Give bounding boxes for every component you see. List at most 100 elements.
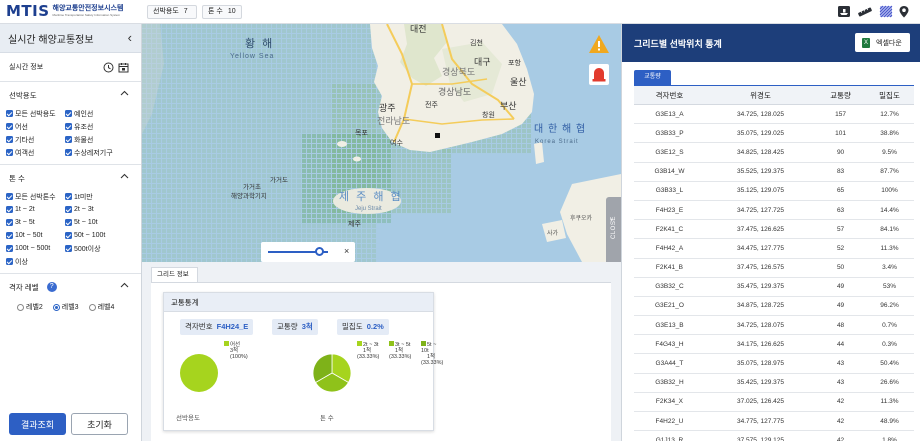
checkbox-checked-icon xyxy=(6,219,13,226)
map-label-saga: 사가 xyxy=(547,231,559,237)
cell-latlon: 37.575, 129.125 xyxy=(704,430,817,441)
ruler-icon[interactable] xyxy=(857,5,873,18)
checkbox-label: 여객선 xyxy=(15,149,35,157)
warning-icon[interactable] xyxy=(588,34,610,54)
table-row[interactable]: F2K41_C 37.475, 126.625 57 84.1% xyxy=(634,219,914,240)
vessel-use-header[interactable]: 선박용도 xyxy=(0,82,141,108)
chevron-up-icon[interactable] xyxy=(120,281,129,290)
table-row[interactable]: G3B33_P 35.075, 129.025 101 38.8% xyxy=(634,123,914,144)
checkbox-over-500t[interactable]: 500t이상 xyxy=(65,243,127,254)
table-row[interactable]: G3E21_O 34.875, 128.725 49 96.2% xyxy=(634,296,914,317)
table-row[interactable]: F4H22_U 34.775, 127.775 42 48.9% xyxy=(634,411,914,432)
table-row[interactable]: G1J13_R 37.575, 129.125 42 1.8% xyxy=(634,430,914,441)
logo[interactable]: MTIS 해양교통안전정보시스템 Maritime Transportation… xyxy=(6,3,123,19)
table-row[interactable]: G3E13_A 34.725, 128.025 157 12.7% xyxy=(634,104,914,125)
table-row[interactable]: F4H23_E 34.725, 127.725 63 14.4% xyxy=(634,200,914,221)
checkbox-checked-icon xyxy=(6,245,13,252)
excel-download-button[interactable]: X 엑셀다운 xyxy=(855,33,910,52)
map-label-ulsan: 울산 xyxy=(510,77,527,87)
checkbox-tugboat[interactable]: 예인선 xyxy=(65,108,127,119)
logo-korean: 해양교통안전정보시스템 xyxy=(52,4,124,12)
checkbox-cargo[interactable]: 화물선 xyxy=(65,134,127,145)
slider-close-icon[interactable]: × xyxy=(344,246,349,256)
density-value: 0.2% xyxy=(366,322,384,331)
cell-latlon: 34.175, 126.625 xyxy=(704,334,817,355)
grid-pattern-icon[interactable] xyxy=(879,5,893,18)
chevron-up-icon[interactable] xyxy=(120,172,129,181)
table-row[interactable]: F2K34_X 37.025, 126.425 42 11.3% xyxy=(634,392,914,413)
vessel-use-pie[interactable] xyxy=(179,353,219,393)
table-row[interactable]: F2K41_B 37.475, 126.575 50 3.4% xyxy=(634,258,914,278)
column-header-density[interactable]: 밀집도 xyxy=(865,85,914,105)
cell-latlon: 35.525, 129.375 xyxy=(704,162,817,182)
radio-level2[interactable]: 레벨2 xyxy=(17,302,43,312)
checkbox-checked-icon xyxy=(6,110,13,117)
checkbox-10t-50t[interactable]: 10t ~ 50t xyxy=(6,230,65,241)
checkbox-checked-icon xyxy=(65,232,72,239)
calendar-icon[interactable] xyxy=(118,62,129,73)
checkbox-2t-3t[interactable]: 2t ~ 3t xyxy=(65,204,127,215)
table-row[interactable]: G3B14_W 35.525, 129.375 83 87.7% xyxy=(634,162,914,182)
checkbox-above[interactable]: 이상 xyxy=(6,256,65,267)
map-label-jeju: 제주 xyxy=(348,221,361,228)
panel-collapse-icon[interactable]: ‹ xyxy=(128,30,132,45)
table-row[interactable]: G3B32_H 35.425, 129.375 43 26.6% xyxy=(634,373,914,393)
map-view[interactable]: 황 해 Yellow Sea 대 한 해 협 Korea Strait 제 주 … xyxy=(142,24,621,262)
map-label-yeosu: 여수 xyxy=(390,140,403,147)
checkbox-fishing[interactable]: 어선 xyxy=(6,121,65,132)
chevron-up-icon[interactable] xyxy=(120,89,129,98)
radio-label: 레벨4 xyxy=(97,304,115,311)
search-button[interactable]: 결과조회 xyxy=(9,413,66,435)
reset-button[interactable]: 초기화 xyxy=(71,413,128,435)
map-label-pohang: 포항 xyxy=(508,60,521,67)
table-row[interactable]: G3E12_S 34.825, 128.425 90 9.5% xyxy=(634,142,914,163)
checkbox-label: 10t ~ 50t xyxy=(15,232,43,239)
tab-traffic[interactable]: 교통량 xyxy=(634,70,671,85)
radio-level3[interactable]: 레벨3 xyxy=(52,302,79,312)
vessel-icon[interactable] xyxy=(837,5,851,18)
checkbox-all-vessel-use[interactable]: 모든 선박용도 xyxy=(6,108,65,119)
clock-icon[interactable] xyxy=(103,62,114,73)
column-header-latlon[interactable]: 위경도 xyxy=(704,85,817,105)
checkbox-100t-500t[interactable]: 100t ~ 500t xyxy=(6,243,65,254)
checkbox-5t-10t[interactable]: 5t ~ 10t xyxy=(65,217,127,228)
cell-traffic: 43 xyxy=(816,373,866,393)
radio-label: 레벨3 xyxy=(61,304,79,311)
checkbox-under-1t[interactable]: 1t미만 xyxy=(65,191,127,202)
table-row[interactable]: G3A44_T 35.075, 128.975 43 50.4% xyxy=(634,353,914,374)
pie-slice[interactable] xyxy=(180,354,218,392)
tonnage-title: 톤 수 xyxy=(9,173,25,183)
table-row[interactable]: G3B33_L 35.125, 129.075 65 100% xyxy=(634,181,914,201)
cell-traffic: 157 xyxy=(816,104,866,125)
table-row[interactable]: F4H42_A 34.475, 127.775 52 11.3% xyxy=(634,238,914,259)
map-label-gwangju: 광주 xyxy=(379,103,396,113)
checkbox-tanker[interactable]: 유조선 xyxy=(65,121,127,132)
logo-subtitle: 해양교통안전정보시스템 Maritime Transportation Safe… xyxy=(53,5,124,18)
checkbox-1t-2t[interactable]: 1t ~ 2t xyxy=(6,204,65,215)
checkbox-leisure[interactable]: 수상레저기구 xyxy=(65,147,127,158)
table-row[interactable]: G3E13_B 34.725, 128.075 48 0.7% xyxy=(634,315,914,336)
column-header-traffic[interactable]: 교통량 xyxy=(816,85,866,105)
grid-level-header[interactable]: 격자 레벨 ? xyxy=(0,274,141,300)
table-row[interactable]: G3B32_C 35.475, 129.375 49 53% xyxy=(634,277,914,297)
density-chip: 밀집도 0.2% xyxy=(337,319,389,335)
tonnage-header[interactable]: 톤 수 xyxy=(0,165,141,191)
tonnage-pie[interactable] xyxy=(312,353,352,393)
alarm-siren-icon[interactable] xyxy=(589,64,609,85)
checkbox-other[interactable]: 기타선 xyxy=(6,134,65,145)
help-icon[interactable]: ? xyxy=(46,282,57,292)
column-header-grid-id[interactable]: 격자번호 xyxy=(634,85,705,105)
tab-grid-info[interactable]: 그리드 정보 xyxy=(151,267,198,282)
checkbox-passenger[interactable]: 여객선 xyxy=(6,147,65,158)
opacity-slider-box: × xyxy=(261,242,355,262)
checkbox-all-tonnage[interactable]: 모든 선박톤수 xyxy=(6,191,65,202)
table-row[interactable]: F4G43_H 34.175, 126.625 44 0.3% xyxy=(634,334,914,355)
radio-level4[interactable]: 레벨4 xyxy=(88,302,115,312)
opacity-slider-thumb[interactable] xyxy=(314,247,324,256)
location-pin-icon[interactable] xyxy=(897,5,911,18)
checkbox-3t-5t[interactable]: 3t ~ 5t xyxy=(6,217,65,228)
checkbox-checked-icon xyxy=(65,149,72,156)
checkbox-50t-100t[interactable]: 50t ~ 100t xyxy=(65,230,127,241)
cell-latlon: 34.875, 128.725 xyxy=(704,296,817,317)
checkbox-label: 50t ~ 100t xyxy=(74,232,106,239)
